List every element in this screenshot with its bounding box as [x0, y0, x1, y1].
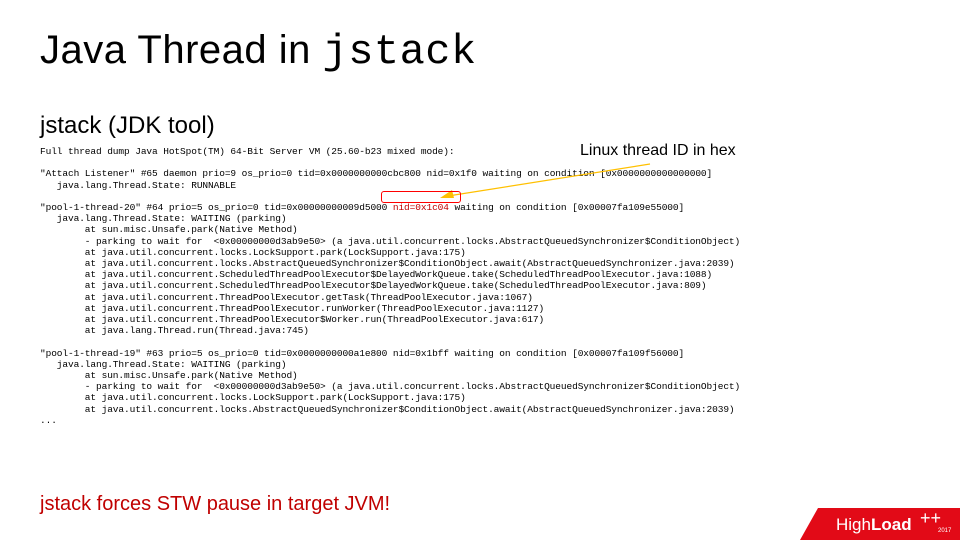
dump-line: at java.lang.Thread.run(Thread.java:745) [40, 325, 309, 336]
dump-line: "pool-1-thread-20" #64 prio=5 os_prio=0 … [40, 202, 393, 213]
dump-line: at java.util.concurrent.locks.LockSuppor… [40, 392, 466, 403]
dump-line: waiting on condition [0x0000000000000000… [477, 168, 712, 179]
dump-nid-highlight: nid=0x1c04 [393, 202, 449, 213]
svg-text:++: ++ [920, 508, 941, 528]
dump-line: ... [40, 415, 57, 426]
dump-line: at java.util.concurrent.ScheduledThreadP… [40, 280, 707, 291]
thread-dump: Full thread dump Java HotSpot(TM) 64-Bit… [40, 146, 920, 426]
dump-line: "pool-1-thread-19" #63 prio=5 os_prio=0 … [40, 348, 684, 359]
svg-text:2017: 2017 [938, 528, 952, 534]
dump-line: at sun.misc.Unsafe.park(Native Method) [40, 370, 298, 381]
slide-title: Java Thread in jstack [40, 28, 920, 76]
dump-line: at java.util.concurrent.ThreadPoolExecut… [40, 314, 544, 325]
dump-line: java.lang.Thread.State: WAITING (parking… [40, 213, 286, 224]
footer-warning: jstack forces STW pause in target JVM! [40, 493, 390, 516]
dump-line: "Attach Listener" #65 daemon prio=9 os_p… [40, 168, 426, 179]
dump-line: waiting on condition [0x00007fa109e55000… [449, 202, 684, 213]
dump-line: - parking to wait for <0x00000000d3ab9e5… [40, 236, 740, 247]
dump-line: at java.util.concurrent.ThreadPoolExecut… [40, 303, 544, 314]
dump-line: java.lang.Thread.State: WAITING (parking… [40, 359, 286, 370]
dump-line: Full thread dump Java HotSpot(TM) 64-Bit… [40, 146, 454, 157]
title-mono: jstack [322, 28, 476, 76]
dump-line: at java.util.concurrent.ScheduledThreadP… [40, 269, 712, 280]
dump-line: at java.util.concurrent.locks.AbstractQu… [40, 258, 735, 269]
title-prefix: Java Thread in [40, 28, 322, 72]
dump-line: at sun.misc.Unsafe.park(Native Method) [40, 224, 298, 235]
dump-line: java.lang.Thread.State: RUNNABLE [40, 180, 236, 191]
dump-line: - parking to wait for <0x00000000d3ab9e5… [40, 381, 740, 392]
dump-line: at java.util.concurrent.locks.LockSuppor… [40, 247, 466, 258]
conference-logo: HighLoad ++ 2017 [800, 504, 960, 540]
dump-line: at java.util.concurrent.ThreadPoolExecut… [40, 292, 533, 303]
slide-subtitle: jstack (JDK tool) [40, 112, 920, 140]
slide: Java Thread in jstack jstack (JDK tool) … [0, 0, 960, 540]
dump-nid: nid=0x1f0 [426, 168, 476, 179]
dump-line: at java.util.concurrent.locks.AbstractQu… [40, 404, 735, 415]
svg-text:HighLoad: HighLoad [836, 515, 912, 534]
callout-label: Linux thread ID in hex [580, 142, 736, 160]
